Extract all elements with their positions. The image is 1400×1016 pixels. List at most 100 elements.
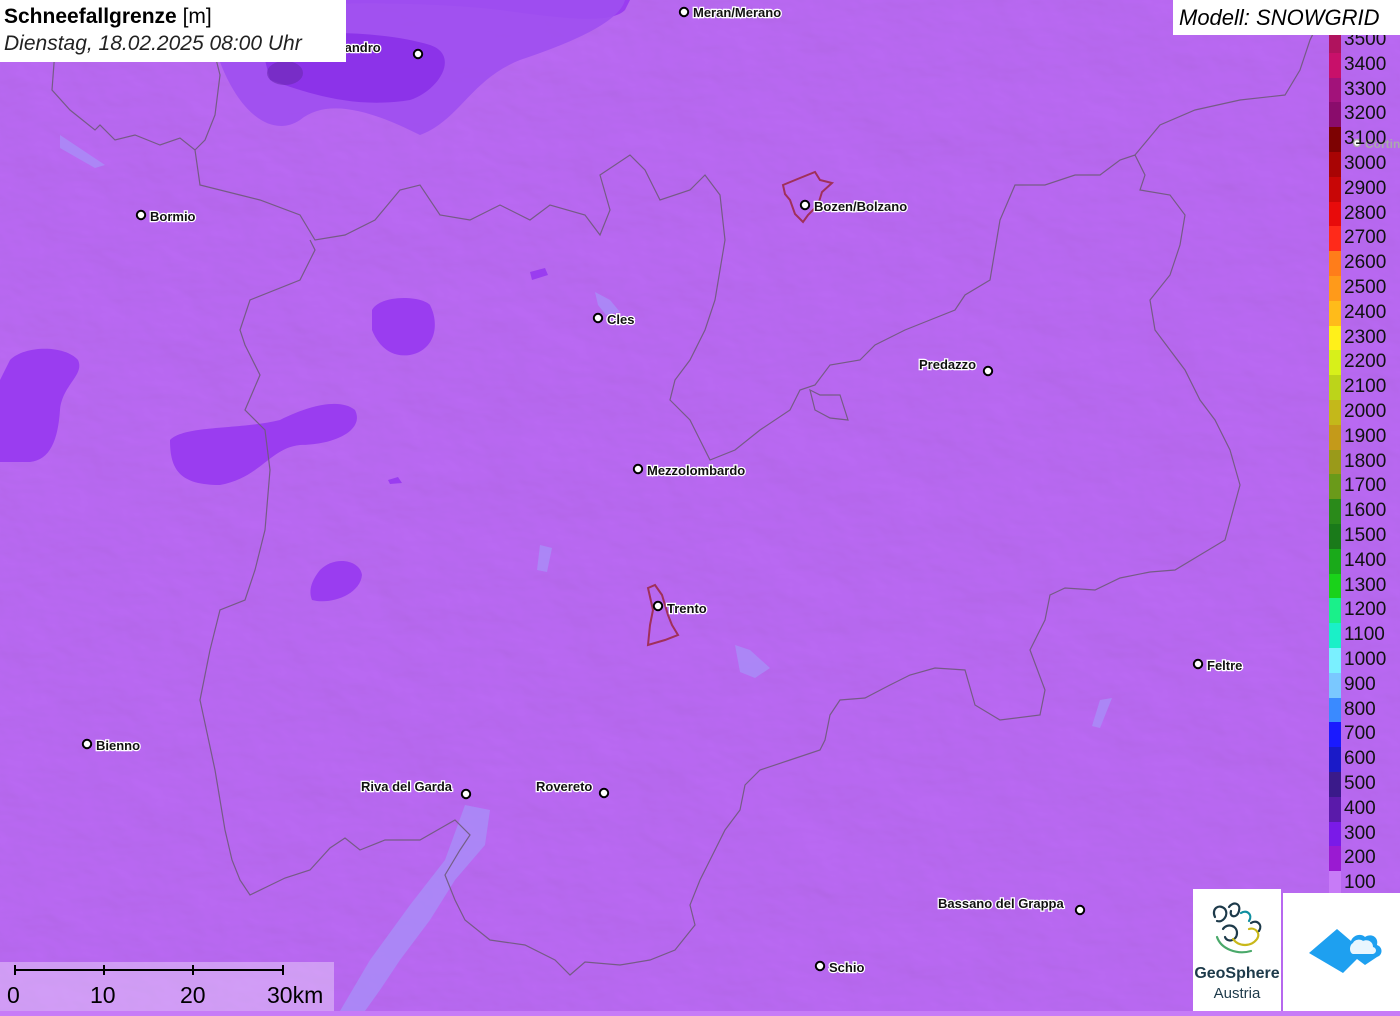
svg-text:Bozen/Bolzano: Bozen/Bolzano (814, 199, 907, 214)
scale-label-0: 0 (7, 982, 20, 1009)
legend-swatch (1329, 772, 1341, 797)
title-box: Schneefallgrenze [m] Dienstag, 18.02.202… (0, 0, 346, 62)
legend-item: 500 (1327, 772, 1400, 797)
legend-item: 300 (1327, 822, 1400, 847)
legend-item: 1200 (1327, 598, 1400, 623)
title-unit: [m] (183, 5, 212, 28)
legend-label: 800 (1344, 700, 1376, 720)
forecast-datetime: Dienstag, 18.02.2025 08:00 Uhr (4, 30, 342, 58)
legend-label: 2500 (1344, 278, 1386, 298)
legend-swatch (1329, 102, 1341, 127)
legend-swatch (1329, 276, 1341, 301)
legend-swatch (1329, 623, 1341, 648)
legend-label: 700 (1344, 724, 1376, 744)
svg-text:Mezzolombardo: Mezzolombardo (647, 463, 745, 478)
legend-swatch (1329, 648, 1341, 673)
legend-label: 2100 (1344, 377, 1386, 397)
legend-item: 900 (1327, 673, 1400, 698)
svg-text:Bassano del Grappa: Bassano del Grappa (938, 896, 1064, 911)
legend-label: 3000 (1344, 154, 1386, 174)
svg-text:Bormio: Bormio (150, 209, 196, 224)
legend-item: 1000 (1327, 648, 1400, 673)
legend-label: 1400 (1344, 551, 1386, 571)
cloud-arrow-icon (1283, 893, 1400, 1011)
legend-item: 1700 (1327, 474, 1400, 499)
legend-swatch (1329, 375, 1341, 400)
legend-swatch (1329, 226, 1341, 251)
svg-text:Bienno: Bienno (96, 738, 140, 753)
legend-swatch (1329, 177, 1341, 202)
legend-label: 600 (1344, 749, 1376, 769)
legend-swatch (1329, 301, 1341, 326)
svg-text:Trento: Trento (667, 601, 707, 616)
model-label: Modell: SNOWGRID (1173, 0, 1400, 35)
legend-swatch (1329, 846, 1341, 871)
title-parameter: Schneefallgrenze (4, 5, 177, 28)
legend-label: 2900 (1344, 179, 1386, 199)
city-bozen[interactable]: Bozen/Bolzano (801, 199, 907, 214)
scale-label-10: 10 (90, 982, 116, 1009)
legend-swatch (1329, 400, 1341, 425)
legend-item: 1900 (1327, 425, 1400, 450)
legend-swatch (1329, 722, 1341, 747)
legend-item: 3300 (1327, 78, 1400, 103)
legend-item: 2400 (1327, 301, 1400, 326)
legend-swatch (1329, 598, 1341, 623)
legend-swatch (1329, 698, 1341, 723)
legend-item: 2000 (1327, 400, 1400, 425)
legend-label: 1800 (1344, 452, 1386, 472)
legend-label: 200 (1344, 848, 1376, 868)
legend-label: 3300 (1344, 80, 1386, 100)
legend-swatch (1329, 524, 1341, 549)
legend-swatch (1329, 425, 1341, 450)
legend-label: 1600 (1344, 501, 1386, 521)
legend-label: 3100 (1344, 129, 1386, 149)
legend-label: 2300 (1344, 328, 1386, 348)
legend-item: 3400 (1327, 53, 1400, 78)
legend-swatch (1329, 499, 1341, 524)
city-mezzolombardo[interactable]: Mezzolombardo (634, 463, 745, 478)
legend-item: 1300 (1327, 574, 1400, 599)
city-meran[interactable]: Meran/Merano (680, 5, 781, 20)
legend-label: 1300 (1344, 576, 1386, 596)
legend-item: 2700 (1327, 226, 1400, 251)
legend-label: 1700 (1344, 476, 1386, 496)
svg-text:Riva del Garda: Riva del Garda (361, 779, 453, 794)
legend-item: 2500 (1327, 276, 1400, 301)
legend-item: 200 (1327, 846, 1400, 871)
legend-label: 1900 (1344, 427, 1386, 447)
legend-swatch (1329, 450, 1341, 475)
legend-label: 2700 (1344, 228, 1386, 248)
weather-app-logo[interactable] (1283, 893, 1400, 1011)
legend-swatch (1329, 474, 1341, 499)
legend-item: 400 (1327, 797, 1400, 822)
legend-item: 3000 (1327, 152, 1400, 177)
legend-label: 2800 (1344, 204, 1386, 224)
svg-text:Predazzo: Predazzo (919, 357, 976, 372)
legend-item: 1100 (1327, 623, 1400, 648)
map-canvas[interactable]: Meran/Merano Schlanders/Silandro Bormio … (0, 0, 1400, 1011)
legend-label: 2200 (1344, 352, 1386, 372)
legend-label: 1200 (1344, 600, 1386, 620)
legend-item: 1800 (1327, 450, 1400, 475)
legend-swatch (1329, 152, 1341, 177)
legend-item: 2200 (1327, 350, 1400, 375)
legend-swatch (1329, 822, 1341, 847)
legend-swatch (1329, 53, 1341, 78)
legend-item: 2900 (1327, 177, 1400, 202)
legend-label: 300 (1344, 824, 1376, 844)
svg-text:Meran/Merano: Meran/Merano (693, 5, 781, 20)
legend-label: 900 (1344, 675, 1376, 695)
legend-item: 2800 (1327, 202, 1400, 227)
legend-item: 600 (1327, 747, 1400, 772)
geosphere-country: Austria (1193, 985, 1281, 1002)
legend-label: 2400 (1344, 303, 1386, 323)
legend-label: 2600 (1344, 253, 1386, 273)
legend-item: 2600 (1327, 251, 1400, 276)
geosphere-logo[interactable]: GeoSphere Austria (1193, 889, 1281, 1011)
legend-item: 1600 (1327, 499, 1400, 524)
legend-label: 1500 (1344, 526, 1386, 546)
color-legend: 3500340033003200310030002900280027002600… (1327, 35, 1400, 890)
legend-swatch (1329, 202, 1341, 227)
legend-item: 1400 (1327, 549, 1400, 574)
